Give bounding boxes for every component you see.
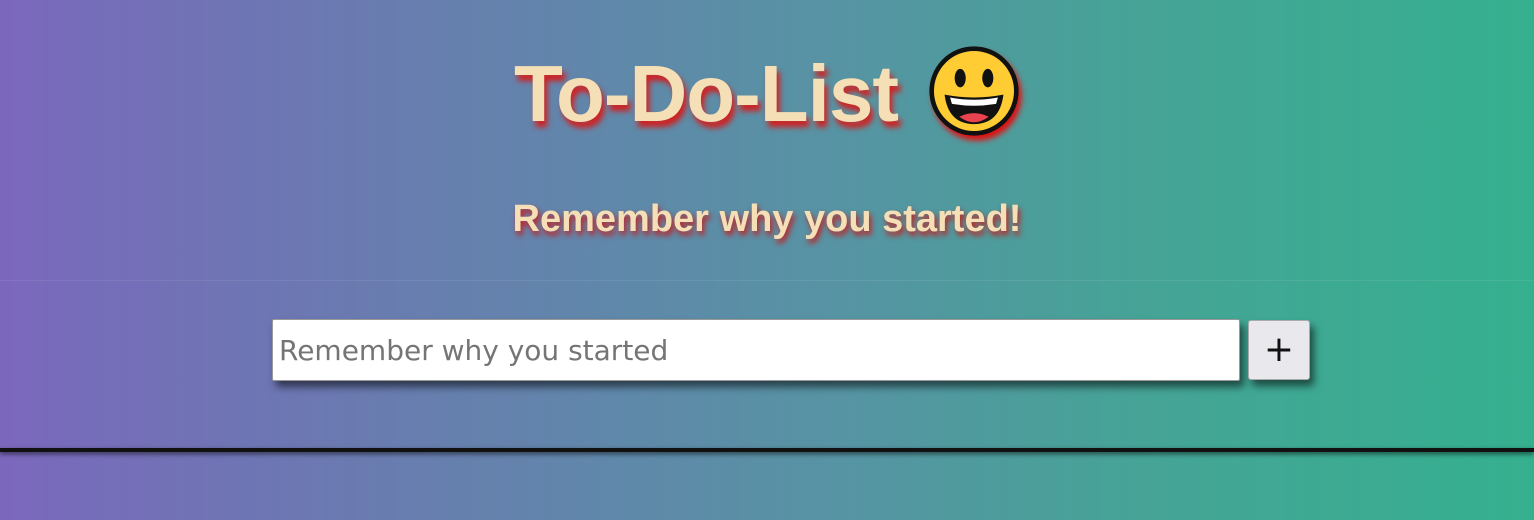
- page-title: To-Do-List: [514, 49, 899, 138]
- subtitle: Remember why you started!: [512, 198, 1022, 240]
- add-task-button[interactable]: +: [1248, 320, 1310, 380]
- grinning-face-icon: [929, 46, 1019, 136]
- header: To-Do-List Remember why you started!: [0, 0, 1534, 281]
- task-input[interactable]: [272, 319, 1240, 381]
- title-row: To-Do-List: [0, 46, 1534, 142]
- add-task-form: +: [272, 319, 1312, 383]
- task-list-divider: [0, 448, 1534, 452]
